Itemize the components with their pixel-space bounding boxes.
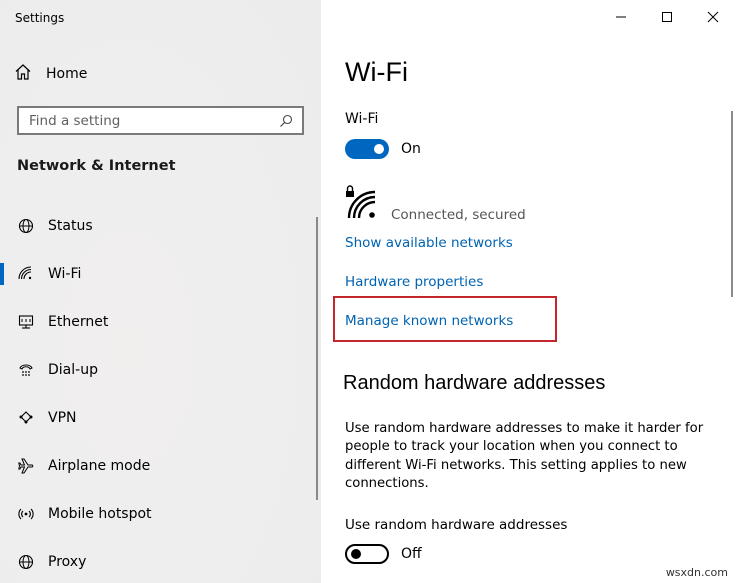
wifi-toggle-label: Wi-Fi <box>345 111 379 127</box>
wifi-toggle[interactable] <box>345 139 389 159</box>
random-hardware-toggle-state: Off <box>401 546 422 562</box>
random-hardware-title: Random hardware addresses <box>343 372 606 394</box>
globe-icon <box>17 217 35 235</box>
sidebar-item-vpn[interactable]: VPN <box>0 394 321 442</box>
search-input[interactable] <box>29 112 278 129</box>
window-controls <box>598 0 736 34</box>
watermark-text: wsxdn.com <box>665 566 728 579</box>
search-box[interactable] <box>17 106 304 135</box>
sidebar-item-mobile-hotspot[interactable]: Mobile hotspot <box>0 490 321 538</box>
close-button[interactable] <box>690 0 736 34</box>
sidebar-item-label: VPN <box>48 410 77 426</box>
main-scrollbar[interactable] <box>731 111 733 297</box>
home-nav-item[interactable]: Home <box>14 62 87 86</box>
airplane-icon <box>17 457 35 475</box>
hotspot-icon <box>17 505 35 523</box>
main-content: Wi-Fi Wi-Fi On Connected, secured Show a… <box>321 0 736 583</box>
sidebar-item-status[interactable]: Status <box>0 202 321 250</box>
minimize-icon <box>616 16 626 18</box>
wifi-toggle-row: On <box>345 139 421 159</box>
sidebar-item-wifi[interactable]: Wi-Fi <box>0 250 321 298</box>
home-label: Home <box>46 66 88 82</box>
maximize-icon <box>662 12 672 22</box>
proxy-icon <box>17 553 35 571</box>
random-hardware-description: Use random hardware addresses to make it… <box>345 421 704 491</box>
app-title: Settings <box>15 11 65 25</box>
sidebar-item-label: Mobile hotspot <box>48 506 152 522</box>
home-icon <box>14 63 32 85</box>
network-status[interactable]: Connected, secured <box>345 184 526 224</box>
wifi-toggle-state: On <box>401 141 421 157</box>
highlight-annotation-box <box>333 296 557 342</box>
toggle-knob <box>374 144 384 154</box>
dialup-icon <box>17 361 35 379</box>
minimize-button[interactable] <box>598 0 644 34</box>
sidebar-item-proxy[interactable]: Proxy <box>0 538 321 583</box>
page-title: Wi-Fi <box>345 57 408 87</box>
maximize-button[interactable] <box>644 0 690 34</box>
ethernet-icon <box>17 313 35 331</box>
show-available-networks-link[interactable]: Show available networks <box>345 235 513 251</box>
network-status-text: Connected, secured <box>391 207 526 223</box>
random-hardware-toggle-row: Off <box>345 544 422 564</box>
sidebar-scrollbar[interactable] <box>316 217 318 500</box>
sidebar-item-dialup[interactable]: Dial-up <box>0 346 321 394</box>
secured-wifi-icon <box>345 184 377 224</box>
sidebar-nav: Status Wi-Fi Ethernet Dial-up VPN Airpla… <box>0 202 321 583</box>
close-icon <box>707 11 719 23</box>
section-title: Network & Internet <box>17 158 176 174</box>
sidebar-item-label: Dial-up <box>48 362 98 378</box>
active-indicator <box>0 263 4 285</box>
random-hardware-setting-label: Use random hardware addresses <box>345 517 568 533</box>
sidebar-item-ethernet[interactable]: Ethernet <box>0 298 321 346</box>
random-hardware-toggle[interactable] <box>345 544 389 564</box>
sidebar-item-label: Status <box>48 218 93 234</box>
sidebar: Settings Home Network & Internet Status … <box>0 0 321 583</box>
sidebar-item-label: Wi-Fi <box>48 266 82 282</box>
toggle-knob <box>351 549 361 559</box>
sidebar-item-label: Ethernet <box>48 314 109 330</box>
hardware-properties-link[interactable]: Hardware properties <box>345 274 483 290</box>
sidebar-item-label: Airplane mode <box>48 458 151 474</box>
sidebar-item-label: Proxy <box>48 554 87 570</box>
search-icon[interactable] <box>278 113 294 129</box>
vpn-icon <box>17 409 35 427</box>
sidebar-item-airplane-mode[interactable]: Airplane mode <box>0 442 321 490</box>
wifi-icon <box>17 265 35 283</box>
